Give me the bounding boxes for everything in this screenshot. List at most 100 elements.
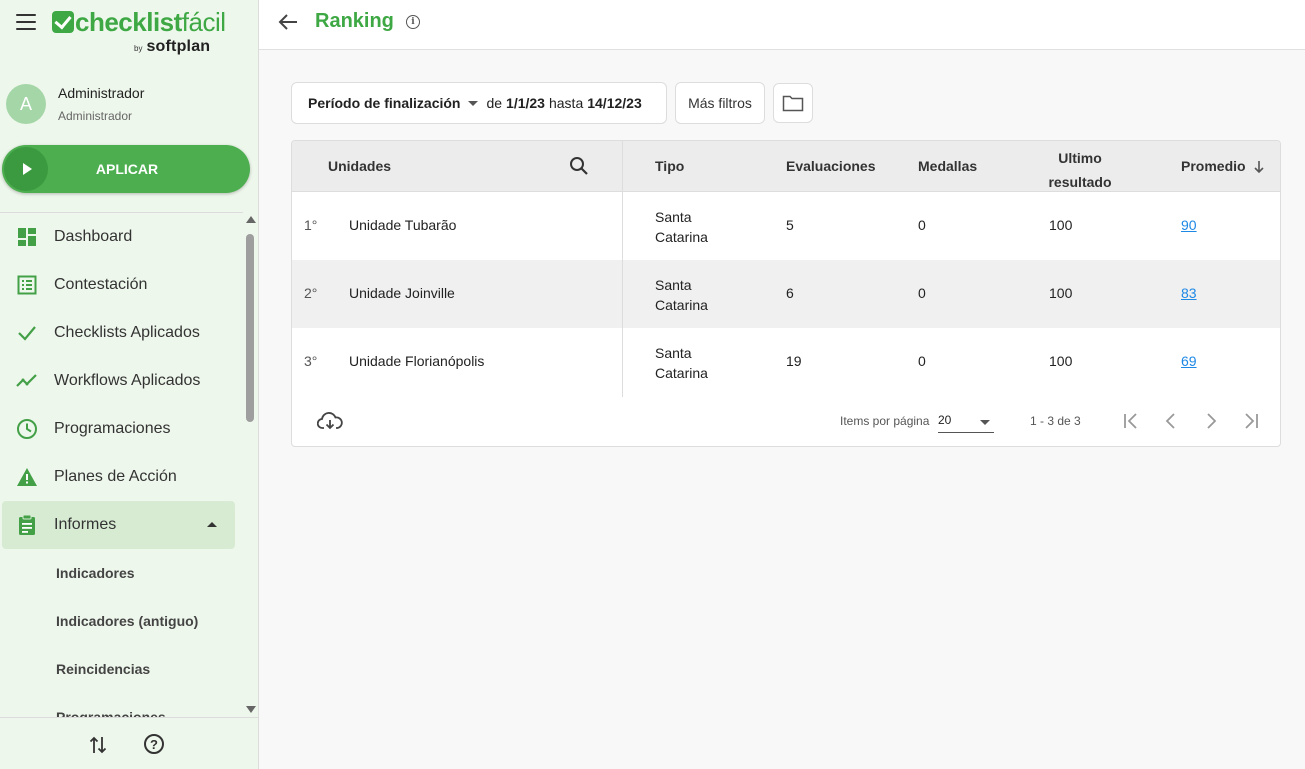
check-icon xyxy=(16,322,38,344)
caret-down-icon xyxy=(468,100,479,106)
table-row[interactable]: 3° Unidade Florianópolis Santa Catarina … xyxy=(292,328,1280,396)
items-per-page-label: Items por página xyxy=(840,414,930,428)
evaluaciones: 5 xyxy=(786,217,794,233)
table-footer: Items por página 20 1 - 3 de 3 xyxy=(292,397,1280,446)
last-page-icon[interactable] xyxy=(1239,409,1263,433)
rank: 3° xyxy=(304,353,318,369)
evaluaciones: 19 xyxy=(786,353,802,369)
logo-brand-thin: fácil xyxy=(181,6,226,37)
trend-icon xyxy=(16,370,38,392)
logo-company: softplan xyxy=(146,38,211,55)
logo-check-icon xyxy=(52,11,74,33)
back-arrow-icon[interactable] xyxy=(277,11,299,33)
logo-brand-bold: checklist xyxy=(75,6,182,37)
from-word: de xyxy=(486,95,503,111)
prev-page-icon[interactable] xyxy=(1159,409,1183,433)
sort-icon[interactable] xyxy=(89,735,107,755)
folder-icon xyxy=(782,95,804,112)
sidebar-item-label: Planes de Acción xyxy=(54,468,177,485)
sidebar-item-dashboard[interactable]: Dashboard xyxy=(0,213,243,261)
user-profile: A Administrador Administrador xyxy=(6,84,144,124)
page-size-value: 20 xyxy=(938,413,952,427)
apply-button[interactable]: APLICAR xyxy=(2,145,250,193)
ultimo-resultado: 100 xyxy=(1049,285,1073,301)
col-evaluaciones[interactable]: Evaluaciones xyxy=(786,158,876,174)
page-range: 1 - 3 de 3 xyxy=(1030,414,1081,428)
medallas: 0 xyxy=(918,353,926,369)
logo: checklistfácil xyxy=(52,6,226,37)
sidebar-nav: Dashboard Contestación Checklists Aplica… xyxy=(0,212,243,717)
next-page-icon[interactable] xyxy=(1199,409,1223,433)
unit-name: Unidade Tubarão xyxy=(349,217,457,233)
from-date: 1/1/23 xyxy=(506,95,545,111)
table-row[interactable]: 1° Unidade Tubarão Santa Catarina 5 0 10… xyxy=(292,192,1280,260)
promedio-link[interactable]: 69 xyxy=(1181,353,1197,369)
col-ultimo-resultado[interactable]: Ultimo resultado xyxy=(1022,146,1138,194)
menu-icon[interactable] xyxy=(16,14,36,30)
sidebar-item-programaciones[interactable]: Programaciones xyxy=(0,405,243,453)
folder-button[interactable] xyxy=(773,83,813,123)
period-filter[interactable]: Período de finalización de 1/1/23 hasta … xyxy=(291,82,667,124)
col-tipo[interactable]: Tipo xyxy=(655,158,684,174)
help-icon[interactable]: ? xyxy=(144,734,164,754)
col-ultimo-line2: resultado xyxy=(1048,174,1112,190)
to-date: 14/12/23 xyxy=(587,95,642,111)
sidebar-subitem-reincidencias[interactable]: Reincidencias xyxy=(0,645,243,693)
rank: 1° xyxy=(304,217,318,233)
rank: 2° xyxy=(304,285,318,301)
sidebar-subitem-indicadores[interactable]: Indicadores xyxy=(0,549,243,597)
page-title: Ranking xyxy=(315,10,394,32)
first-page-icon[interactable] xyxy=(1119,409,1143,433)
period-label: Período de finalización xyxy=(308,95,461,111)
apply-label: APLICAR xyxy=(95,161,159,177)
tipo: Santa Catarina xyxy=(655,345,708,381)
promedio-link[interactable]: 83 xyxy=(1181,285,1197,301)
more-filters-button[interactable]: Más filtros xyxy=(675,82,765,124)
scroll-up-icon[interactable] xyxy=(246,216,256,223)
sidebar-subitem-programaciones[interactable]: Programaciones xyxy=(0,693,243,717)
logo-by: by xyxy=(134,44,143,53)
to-word: hasta xyxy=(548,95,584,111)
dashboard-icon xyxy=(16,226,38,248)
tipo: Santa Catarina xyxy=(655,209,708,245)
evaluaciones: 6 xyxy=(786,285,794,301)
scroll-down-icon[interactable] xyxy=(246,706,256,713)
ultimo-resultado: 100 xyxy=(1049,353,1073,369)
sort-desc-icon[interactable] xyxy=(1253,160,1265,174)
page-size-select[interactable]: 20 xyxy=(938,413,994,433)
sidebar-subitem-indicadores-antiguo[interactable]: Indicadores (antiguo) xyxy=(0,597,243,645)
col-medallas[interactable]: Medallas xyxy=(918,158,977,174)
sidebar-item-checklists[interactable]: Checklists Aplicados xyxy=(0,309,243,357)
sidebar-item-label: Dashboard xyxy=(54,228,133,245)
sidebar-scrollbar[interactable] xyxy=(243,212,258,717)
unit-name: Unidade Joinville xyxy=(349,285,455,301)
clipboard-icon xyxy=(16,514,38,536)
sidebar-item-planes[interactable]: Planes de Acción xyxy=(0,453,243,501)
sidebar-item-contestacion[interactable]: Contestación xyxy=(0,261,243,309)
sidebar-item-informes[interactable]: Informes xyxy=(2,501,235,549)
col-promedio[interactable]: Promedio xyxy=(1181,158,1246,174)
unit-name: Unidade Florianópolis xyxy=(349,353,485,369)
caret-down-icon xyxy=(980,420,990,425)
ultimo-resultado: 100 xyxy=(1049,217,1073,233)
sidebar-item-label: Contestación xyxy=(54,276,148,293)
user-role: Administrador xyxy=(58,109,133,123)
table-row[interactable]: 2° Unidade Joinville Santa Catarina 6 0 … xyxy=(292,260,1280,328)
sidebar-item-label: Informes xyxy=(54,516,117,533)
top-bar: Ranking i xyxy=(259,0,1305,50)
avatar: A xyxy=(6,84,46,124)
tipo: Santa Catarina xyxy=(655,277,708,313)
sidebar-item-label: Workflows Aplicados xyxy=(54,372,201,389)
logo-byline: by softplan xyxy=(134,38,210,56)
sidebar-item-workflows[interactable]: Workflows Aplicados xyxy=(0,357,243,405)
warning-icon xyxy=(16,466,38,488)
play-icon xyxy=(4,147,48,191)
user-name: Administrador xyxy=(58,85,145,101)
cloud-download-icon[interactable] xyxy=(317,411,343,431)
promedio-link[interactable]: 90 xyxy=(1181,217,1197,233)
medallas: 0 xyxy=(918,217,926,233)
search-icon[interactable] xyxy=(569,156,589,176)
info-icon[interactable]: i xyxy=(406,15,420,29)
col-unidades[interactable]: Unidades xyxy=(328,158,391,174)
scroll-thumb[interactable] xyxy=(246,234,254,422)
